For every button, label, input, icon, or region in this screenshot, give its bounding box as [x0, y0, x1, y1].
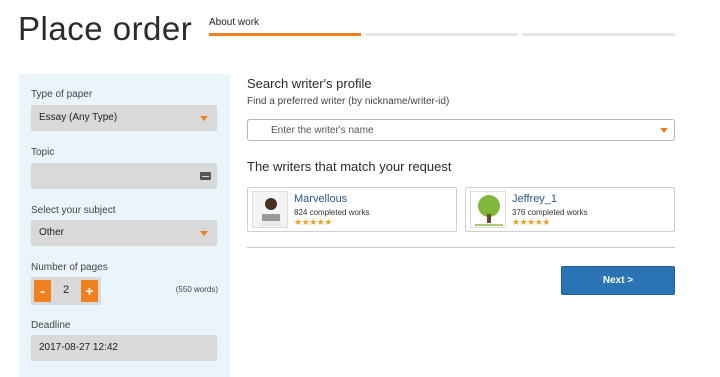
- subject-select[interactable]: Other: [31, 220, 217, 246]
- matches-title: The writers that match your request: [247, 159, 452, 174]
- pages-label: Number of pages: [31, 262, 108, 273]
- chevron-down-icon: [200, 116, 208, 121]
- writer-works-count: 824 completed works: [294, 208, 370, 217]
- subject-label: Select your subject: [31, 205, 116, 216]
- search-subtitle: Find a preferred writer (by nickname/wri…: [247, 96, 450, 107]
- deadline-input[interactable]: 2017-08-27 12:42: [31, 335, 217, 361]
- writer-works-count: 376 completed works: [512, 208, 588, 217]
- deadline-value: 2017-08-27 12:42: [39, 342, 118, 353]
- chevron-down-icon: [200, 231, 208, 236]
- writer-search-select[interactable]: [247, 119, 675, 141]
- paper-type-value: Essay (Any Type): [39, 112, 118, 123]
- step-about-work-bar: [209, 33, 361, 36]
- step-2-bar: [366, 33, 518, 36]
- order-details-panel: Type of paper Essay (Any Type) Topic Sel…: [19, 74, 230, 377]
- search-title: Search writer's profile: [247, 76, 372, 91]
- subject-value: Other: [39, 227, 65, 238]
- writer-avatar: [252, 191, 288, 228]
- topic-input[interactable]: [31, 163, 217, 189]
- paper-type-select[interactable]: Essay (Any Type): [31, 105, 217, 131]
- decrement-button[interactable]: -: [34, 280, 51, 302]
- words-count-note: (550 words): [175, 285, 218, 294]
- writer-card[interactable]: Jeffrey_1 376 completed works ★★★★★: [465, 187, 675, 232]
- next-button[interactable]: Next >: [561, 266, 675, 295]
- chevron-down-icon[interactable]: [660, 128, 668, 133]
- increment-button[interactable]: +: [81, 280, 98, 302]
- topic-label: Topic: [31, 147, 55, 158]
- page-title: Place order: [18, 10, 193, 47]
- pages-value[interactable]: 2: [56, 284, 76, 296]
- deadline-label: Deadline: [31, 320, 71, 331]
- step-about-work-label: About work: [209, 17, 260, 28]
- rating-stars-icon: ★★★★★: [512, 217, 550, 227]
- keyboard-icon[interactable]: [200, 172, 211, 180]
- writer-avatar: [470, 191, 506, 228]
- paper-type-label: Type of paper: [31, 89, 93, 100]
- writer-name-link[interactable]: Marvellous: [294, 193, 347, 205]
- writer-card[interactable]: Marvellous 824 completed works ★★★★★: [247, 187, 457, 232]
- writer-name-link[interactable]: Jeffrey_1: [512, 193, 557, 205]
- rating-stars-icon: ★★★★★: [294, 217, 332, 227]
- pages-stepper: - 2 +: [31, 277, 101, 305]
- step-3-bar: [522, 33, 675, 36]
- writer-search-input[interactable]: [271, 123, 651, 137]
- section-divider: [247, 247, 675, 248]
